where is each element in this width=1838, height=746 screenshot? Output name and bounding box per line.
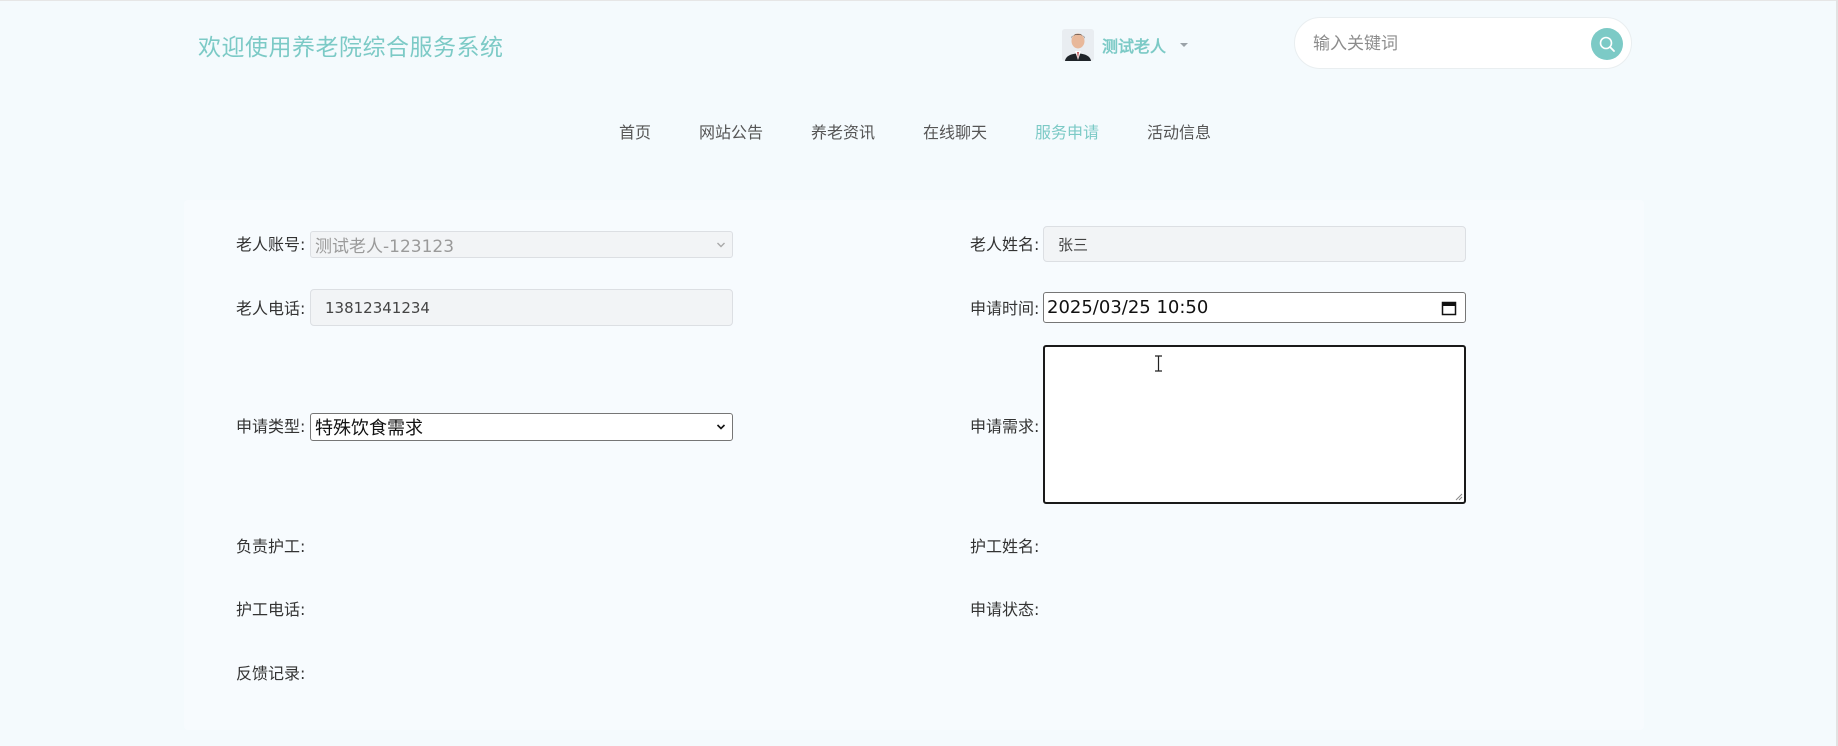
nurse-in-charge-label: 负责护工: (236, 537, 306, 556)
elder-phone-value: 13812341234 (325, 298, 430, 317)
apply-time-input[interactable]: 2025/03/25 10:50 (1043, 292, 1466, 323)
nav-item-online-chat[interactable]: 在线聊天 (923, 120, 987, 146)
apply-time-label: 申请时间: (970, 299, 1040, 318)
elder-name-value: 张三 (1058, 235, 1089, 254)
elder-name-field: 张三 (1043, 226, 1466, 262)
avatar (1062, 29, 1094, 61)
text-cursor-icon (1155, 355, 1162, 372)
search-button[interactable] (1591, 28, 1623, 60)
site-title: 欢迎使用养老院综合服务系统 (198, 35, 504, 61)
calendar-icon[interactable] (1441, 300, 1457, 316)
elder-name-label: 老人姓名: (970, 235, 1040, 254)
apply-demand-textarea[interactable] (1043, 345, 1466, 504)
chevron-down-icon (717, 242, 725, 247)
elder-phone-label: 老人电话: (236, 299, 306, 318)
resize-grip-icon[interactable] (1455, 493, 1463, 501)
main-nav: 首页 网站公告 养老资讯 在线聊天 服务申请 活动信息 (0, 120, 1838, 150)
user-menu[interactable]: 测试老人 (1062, 28, 1189, 62)
elder-account-label: 老人账号: (236, 235, 306, 254)
chevron-down-icon[interactable] (1180, 43, 1189, 47)
nav-item-announcements[interactable]: 网站公告 (699, 120, 763, 146)
elder-account-value: 测试老人-123123 (315, 237, 455, 257)
apply-type-select[interactable]: 特殊饮食需求 (310, 413, 733, 441)
search-input[interactable] (1311, 28, 1575, 60)
apply-type-label: 申请类型: (236, 417, 306, 436)
elder-account-select: 测试老人-123123 (310, 231, 733, 258)
chevron-down-icon (716, 424, 726, 430)
nav-item-elderly-news[interactable]: 养老资讯 (811, 120, 875, 146)
window-top-border (0, 0, 1838, 1)
feedback-record-label: 反馈记录: (236, 664, 306, 683)
nav-item-activities[interactable]: 活动信息 (1147, 120, 1211, 146)
nurse-phone-label: 护工电话: (236, 600, 306, 619)
search-icon (1599, 36, 1615, 52)
search-box (1294, 17, 1632, 69)
apply-type-value: 特殊饮食需求 (315, 418, 423, 439)
nav-item-home[interactable]: 首页 (619, 120, 651, 146)
nurse-name-label: 护工姓名: (970, 537, 1040, 556)
user-name[interactable]: 测试老人 (1102, 33, 1166, 57)
apply-status-label: 申请状态: (970, 600, 1040, 619)
elder-phone-field: 13812341234 (310, 289, 733, 326)
apply-time-value: 2025/03/25 10:50 (1047, 297, 1209, 318)
nav-item-service-apply[interactable]: 服务申请 (1035, 120, 1099, 146)
apply-demand-label: 申请需求: (970, 417, 1040, 436)
